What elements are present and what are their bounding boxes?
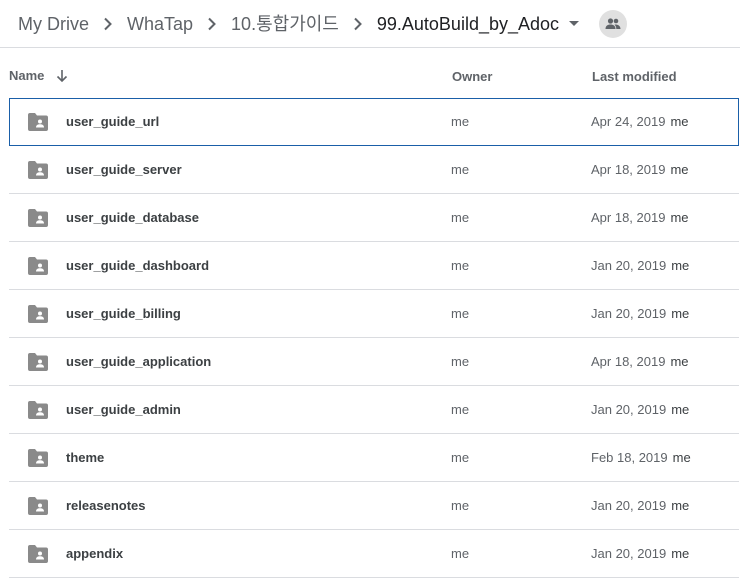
modified-date: Feb 18, 2019 <box>591 450 668 465</box>
shared-folder-icon <box>27 400 49 420</box>
modified-by: me <box>670 162 689 177</box>
shared-folder-icon <box>27 208 49 228</box>
breadcrumb-current-folder[interactable]: 99.AutoBuild_by_Adoc <box>367 8 563 40</box>
file-last-modified: Feb 18, 2019 me <box>591 450 691 465</box>
file-row[interactable]: appendix me Jan 20, 2019 me <box>9 530 739 578</box>
modified-by: me <box>670 210 689 225</box>
people-icon[interactable] <box>599 9 628 38</box>
shared-folder-icon <box>27 256 49 276</box>
modified-date: Apr 24, 2019 <box>591 114 666 129</box>
file-last-modified: Jan 20, 2019 me <box>591 258 689 273</box>
modified-date: Apr 18, 2019 <box>591 162 666 177</box>
modified-date: Apr 18, 2019 <box>591 210 666 225</box>
file-name: user_guide_admin <box>66 402 181 417</box>
file-name: user_guide_dashboard <box>66 258 210 273</box>
shared-folder-icon <box>27 160 49 180</box>
file-last-modified: Apr 24, 2019 me <box>591 114 689 129</box>
modified-by: me <box>671 546 690 561</box>
file-last-modified: Jan 20, 2019 me <box>591 402 689 417</box>
file-row[interactable]: user_guide_application me Apr 18, 2019 me <box>9 338 739 386</box>
caret-down-icon[interactable] <box>563 13 585 35</box>
file-name: user_guide_billing <box>66 306 181 321</box>
breadcrumb: My Drive WhaTap 10.통합가이드 99.AutoBuild_by… <box>0 0 740 48</box>
file-owner: me <box>451 306 470 321</box>
file-name: theme <box>66 450 105 465</box>
chevron-right-icon <box>349 15 367 33</box>
file-row[interactable]: user_guide_admin me Jan 20, 2019 me <box>9 386 739 434</box>
shared-folder-icon <box>27 448 49 468</box>
modified-by: me <box>671 498 690 513</box>
modified-by: me <box>671 402 690 417</box>
arrow-down-icon[interactable] <box>56 69 68 83</box>
last-modified-column-label[interactable]: Last modified <box>592 69 677 84</box>
modified-date: Jan 20, 2019 <box>591 546 667 561</box>
chevron-right-icon <box>99 15 117 33</box>
modified-date: Jan 20, 2019 <box>591 498 667 513</box>
modified-by: me <box>672 450 691 465</box>
modified-date: Jan 20, 2019 <box>591 258 667 273</box>
file-owner: me <box>451 402 470 417</box>
shared-folder-icon <box>27 544 49 564</box>
chevron-right-icon <box>203 15 221 33</box>
file-row[interactable]: releasenotes me Jan 20, 2019 me <box>9 482 739 530</box>
file-last-modified: Jan 20, 2019 me <box>591 498 689 513</box>
modified-date: Jan 20, 2019 <box>591 402 667 417</box>
file-list: user_guide_url me Apr 24, 2019 me user_gu… <box>0 98 740 578</box>
file-owner: me <box>451 450 470 465</box>
file-owner: me <box>451 498 470 513</box>
file-owner: me <box>451 114 470 129</box>
file-row[interactable]: user_guide_billing me Jan 20, 2019 me <box>9 290 739 338</box>
file-name: user_guide_database <box>66 210 199 225</box>
file-last-modified: Apr 18, 2019 me <box>591 210 689 225</box>
modified-by: me <box>670 354 689 369</box>
modified-date: Jan 20, 2019 <box>591 306 667 321</box>
modified-by: me <box>670 114 689 129</box>
file-row[interactable]: theme me Feb 18, 2019 me <box>9 434 739 482</box>
file-name: appendix <box>66 546 124 561</box>
file-name: releasenotes <box>66 498 146 513</box>
file-row[interactable]: user_guide_url me Apr 24, 2019 me <box>9 98 739 146</box>
breadcrumb-whatap[interactable]: WhaTap <box>117 8 203 40</box>
file-last-modified: Apr 18, 2019 me <box>591 162 689 177</box>
shared-folder-icon <box>27 112 49 132</box>
file-name: user_guide_server <box>66 162 182 177</box>
name-column-label: Name <box>9 68 45 83</box>
shared-folder-icon <box>27 304 49 324</box>
file-owner: me <box>451 258 470 273</box>
file-last-modified: Jan 20, 2019 me <box>591 546 689 561</box>
modified-date: Apr 18, 2019 <box>591 354 666 369</box>
owner-column-label[interactable]: Owner <box>452 69 492 84</box>
file-name: user_guide_application <box>66 354 212 369</box>
file-owner: me <box>451 162 470 177</box>
file-owner: me <box>451 354 470 369</box>
file-row[interactable]: user_guide_server me Apr 18, 2019 me <box>9 146 739 194</box>
file-owner: me <box>451 546 470 561</box>
shared-folder-icon <box>27 496 49 516</box>
modified-by: me <box>671 258 690 273</box>
modified-by: me <box>671 306 690 321</box>
shared-folder-icon <box>27 352 49 372</box>
file-name: user_guide_url <box>66 114 160 129</box>
drive-file-browser: My Drive WhaTap 10.통합가이드 99.AutoBuild_by… <box>0 0 740 580</box>
file-row[interactable]: user_guide_dashboard me Jan 20, 2019 me <box>9 242 739 290</box>
file-owner: me <box>451 210 470 225</box>
column-header: Name Owner Last modified <box>0 48 740 98</box>
file-last-modified: Apr 18, 2019 me <box>591 354 689 369</box>
file-row[interactable]: user_guide_database me Apr 18, 2019 me <box>9 194 739 242</box>
breadcrumb-integrated-guide[interactable]: 10.통합가이드 <box>221 8 349 40</box>
sort-by-name-header[interactable]: Name <box>9 68 68 83</box>
breadcrumb-my-drive[interactable]: My Drive <box>8 8 99 40</box>
file-last-modified: Jan 20, 2019 me <box>591 306 689 321</box>
